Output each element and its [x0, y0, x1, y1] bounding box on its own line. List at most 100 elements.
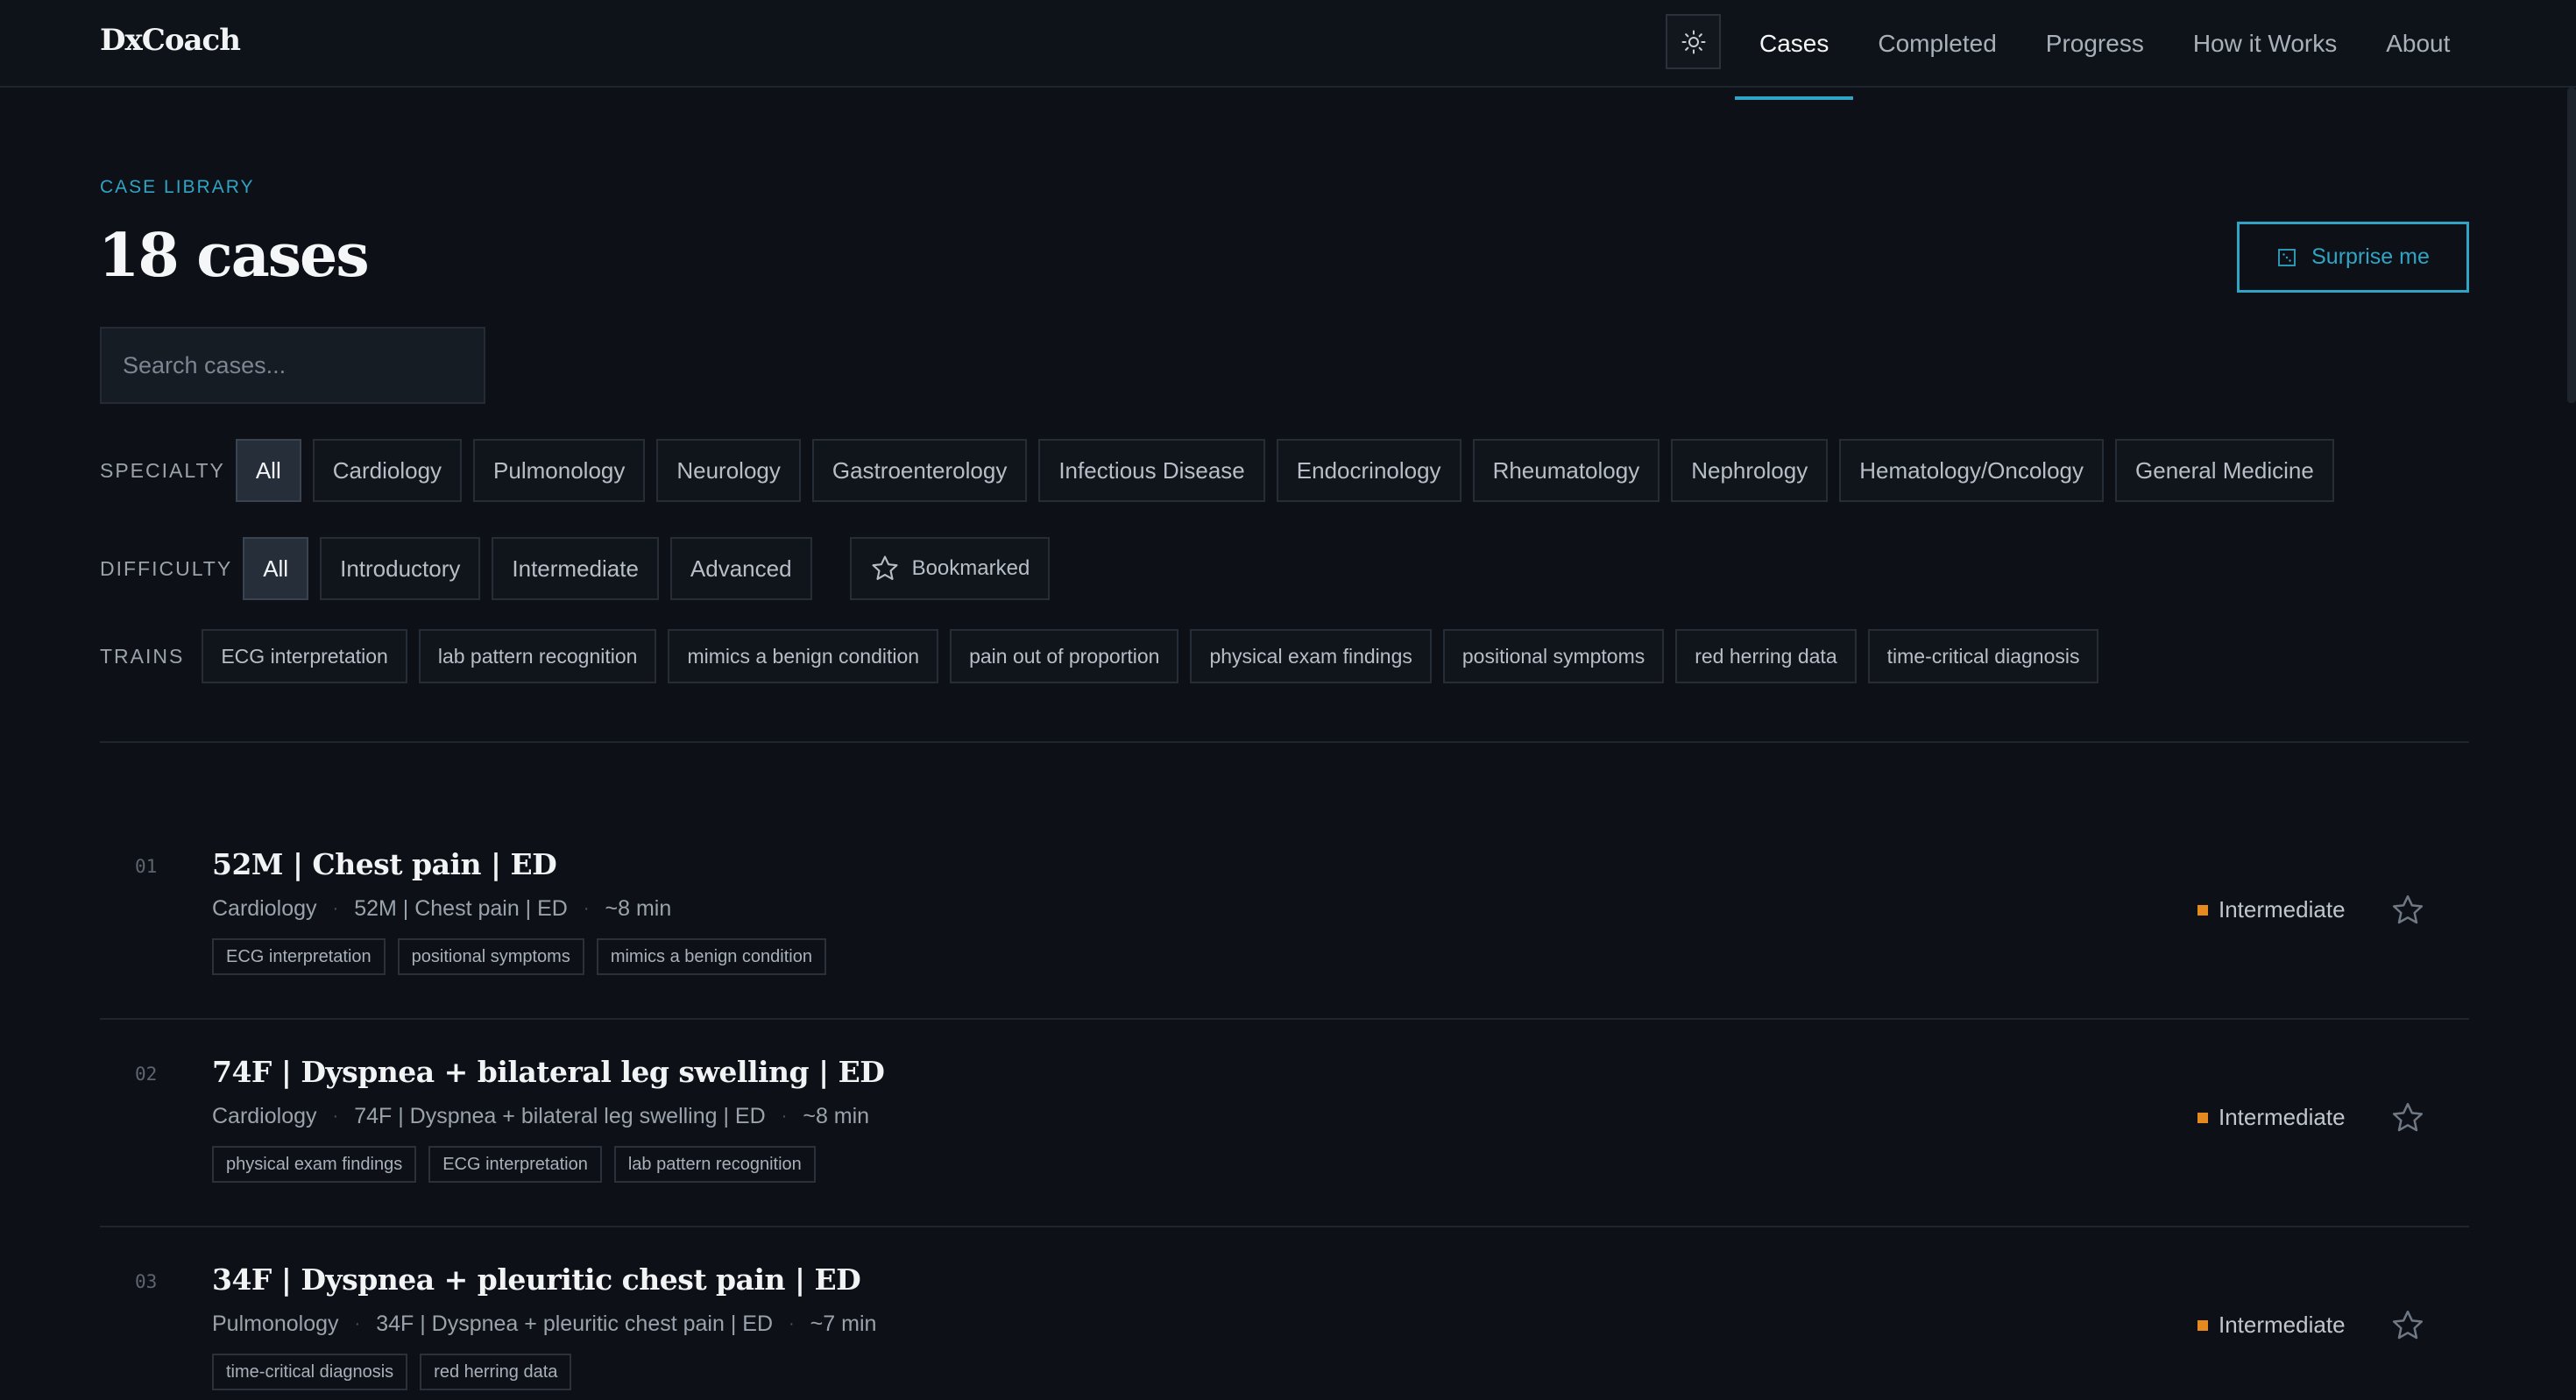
bookmark-star-icon[interactable] [2390, 893, 2425, 928]
case-tag: physical exam findings [212, 1146, 417, 1183]
case-meta: Cardiology · 74F | Dyspnea + bilateral l… [212, 1104, 869, 1129]
separator-dot: · [354, 1314, 361, 1333]
difficulty-filter: DIFFICULTY All Introductory Intermediate… [100, 537, 1061, 600]
case-tag: lab pattern recognition [613, 1146, 816, 1183]
top-nav-bar: DxCoach Cases Completed Progress How it … [0, 0, 2576, 100]
case-tag: ECG interpretation [428, 1146, 602, 1183]
difficulty-chip-advanced[interactable]: Advanced [669, 537, 812, 600]
trains-chip-physical-exam-findings[interactable]: physical exam findings [1190, 629, 1432, 683]
case-specialty: Cardiology [212, 1104, 317, 1128]
star-outline-icon [872, 555, 898, 580]
nav-completed[interactable]: Completed [1853, 0, 2020, 88]
difficulty-label: Intermediate [2219, 1312, 2346, 1338]
case-duration: ~7 min [810, 1312, 877, 1336]
trains-chip-ecg-interpretation[interactable]: ECG interpretation [202, 629, 407, 683]
separator-dot: · [332, 899, 339, 918]
case-meta: Cardiology · 52M | Chest pain | ED · ~8 … [212, 896, 671, 922]
main-nav: Cases Completed Progress How it Works Ab… [1735, 0, 2474, 100]
specialty-chip-infectious-disease[interactable]: Infectious Disease [1038, 439, 1265, 502]
specialty-chip-neurology[interactable]: Neurology [656, 439, 801, 502]
dice-icon [2278, 248, 2296, 266]
separator-dot: · [583, 899, 590, 918]
trains-chip-mimics-a-benign-condition[interactable]: mimics a benign condition [668, 629, 939, 683]
nav-progress[interactable]: Progress [2021, 0, 2169, 88]
specialty-filter: SPECIALTY All Cardiology Pulmonology Neu… [100, 439, 2346, 502]
nav-about[interactable]: About [2361, 0, 2474, 88]
case-number: 03 [135, 1271, 158, 1292]
bookmark-star-icon[interactable] [2390, 1308, 2425, 1343]
surprise-me-label: Surprise me [2311, 244, 2430, 269]
page: DxCoach Cases Completed Progress How it … [0, 0, 2576, 1400]
case-specialty: Cardiology [212, 896, 317, 921]
difficulty-chip-all[interactable]: All [243, 537, 309, 600]
case-summary: 74F | Dyspnea + bilateral leg swelling |… [354, 1104, 766, 1128]
difficulty-chip-intermediate[interactable]: Intermediate [492, 537, 659, 600]
case-tag: time-critical diagnosis [212, 1354, 408, 1390]
page-title: 18 cases [98, 221, 370, 291]
bookmark-star-icon[interactable] [2390, 1100, 2425, 1135]
case-duration: ~8 min [605, 896, 672, 921]
case-duration: ~8 min [803, 1104, 870, 1128]
case-title[interactable]: 74F | Dyspnea + bilateral leg swelling |… [212, 1055, 885, 1089]
separator-dot: · [332, 1107, 339, 1126]
trains-chip-positional-symptoms[interactable]: positional symptoms [1442, 629, 1665, 683]
difficulty-badge: Intermediate [2197, 896, 2346, 923]
scrollbar-thumb[interactable] [2567, 88, 2576, 403]
case-title[interactable]: 52M | Chest pain | ED [212, 847, 557, 881]
case-number: 02 [135, 1064, 158, 1085]
specialty-chip-endocrinology[interactable]: Endocrinology [1276, 439, 1461, 502]
trains-chip-lab-pattern-recognition[interactable]: lab pattern recognition [418, 629, 657, 683]
trains-label: TRAINS [100, 644, 185, 668]
nav-cases[interactable]: Cases [1735, 0, 1854, 100]
specialty-label: SPECIALTY [100, 458, 225, 482]
difficulty-label: Intermediate [2219, 1104, 2346, 1130]
case-number: 01 [135, 856, 158, 877]
case-row[interactable]: 03 34F | Dyspnea + pleuritic chest pain … [100, 1227, 2469, 1400]
section-divider [100, 741, 2469, 743]
specialty-chip-rheumatology[interactable]: Rheumatology [1472, 439, 1660, 502]
case-tag: red herring data [420, 1354, 572, 1390]
trains-chip-red-herring-data[interactable]: red herring data [1675, 629, 1857, 683]
bookmarked-label: Bookmarked [911, 556, 1030, 580]
specialty-chip-hematology-oncology[interactable]: Hematology/Oncology [1839, 439, 2105, 502]
specialty-chip-general-medicine[interactable]: General Medicine [2115, 439, 2334, 502]
case-tags: physical exam findings ECG interpretatio… [212, 1146, 828, 1183]
trains-chip-time-critical-diagnosis[interactable]: time-critical diagnosis [1867, 629, 2099, 683]
case-title[interactable]: 34F | Dyspnea + pleuritic chest pain | E… [212, 1262, 861, 1297]
case-tag: positional symptoms [397, 938, 584, 975]
case-summary: 52M | Chest pain | ED [354, 896, 568, 921]
difficulty-label: DIFFICULTY [100, 556, 233, 580]
difficulty-badge: Intermediate [2197, 1312, 2346, 1339]
sun-icon [1681, 30, 1705, 53]
specialty-chip-cardiology[interactable]: Cardiology [312, 439, 463, 502]
specialty-chip-pulmonology[interactable]: Pulmonology [473, 439, 646, 502]
difficulty-indicator [2197, 1319, 2208, 1331]
brand-logo[interactable]: DxCoach [100, 23, 241, 58]
difficulty-label: Intermediate [2219, 896, 2346, 923]
case-tag: ECG interpretation [212, 938, 386, 975]
case-summary: 34F | Dyspnea + pleuritic chest pain | E… [376, 1312, 773, 1336]
case-tags: ECG interpretation positional symptoms m… [212, 938, 839, 975]
case-row[interactable]: 01 52M | Chest pain | ED Cardiology · 52… [100, 812, 2469, 1020]
separator-dot: · [781, 1107, 788, 1126]
difficulty-badge: Intermediate [2197, 1104, 2346, 1131]
specialty-chip-nephrology[interactable]: Nephrology [1671, 439, 1829, 502]
specialty-chip-all[interactable]: All [235, 439, 301, 502]
trains-filter: TRAINS ECG interpretation lab pattern re… [100, 629, 2110, 683]
bookmarked-filter-button[interactable]: Bookmarked [849, 537, 1051, 600]
search-input[interactable] [100, 327, 485, 404]
surprise-me-button[interactable]: Surprise me [2237, 222, 2469, 293]
nav-how-it-works[interactable]: How it Works [2169, 0, 2361, 88]
difficulty-indicator [2197, 904, 2208, 916]
trains-chip-pain-out-of-proportion[interactable]: pain out of proportion [950, 629, 1179, 683]
case-row[interactable]: 02 74F | Dyspnea + bilateral leg swellin… [100, 1020, 2469, 1227]
difficulty-chip-introductory[interactable]: Introductory [320, 537, 481, 600]
specialty-chip-gastroenterology[interactable]: Gastroenterology [811, 439, 1028, 502]
case-meta: Pulmonology · 34F | Dyspnea + pleuritic … [212, 1312, 876, 1337]
case-tag: mimics a benign condition [596, 938, 826, 975]
separator-dot: · [789, 1314, 795, 1333]
case-specialty: Pulmonology [212, 1312, 339, 1336]
theme-toggle-button[interactable] [1666, 14, 1721, 69]
case-tags: time-critical diagnosis red herring data [212, 1354, 584, 1390]
difficulty-indicator [2197, 1112, 2208, 1123]
